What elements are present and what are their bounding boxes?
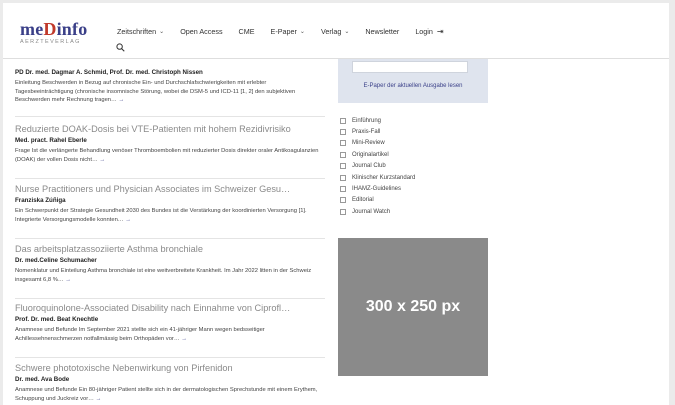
browser-viewport: meDinfo AERZTEVERLAG Zeitschriften ⌄ Ope… bbox=[3, 3, 669, 405]
article-title[interactable]: Das arbeitsplatzassoziierte Asthma bronc… bbox=[15, 244, 325, 255]
logo-suffix: info bbox=[56, 19, 88, 39]
category-checkbox[interactable] bbox=[340, 197, 346, 204]
chevron-down-icon: ⌄ bbox=[344, 29, 350, 35]
category-checkbox[interactable] bbox=[340, 140, 346, 147]
article-item[interactable]: PD Dr. med. Dagmar A. Schmid, Prof. Dr. … bbox=[15, 67, 325, 117]
epaper-link[interactable]: E-Paper der aktuellen Ausgabe lesen bbox=[338, 83, 488, 89]
article-author: Prof. Dr. med. Beat Knechtle bbox=[15, 316, 99, 323]
article-author: PD Dr. med. Dagmar A. Schmid, Prof. Dr. … bbox=[15, 69, 203, 76]
site-logo[interactable]: meDinfo AERZTEVERLAG bbox=[20, 20, 87, 45]
read-more-arrow-icon[interactable]: → bbox=[65, 277, 71, 283]
search-icon[interactable] bbox=[116, 43, 125, 52]
category-checkbox[interactable] bbox=[340, 163, 346, 170]
article-teaser-text: Nomenklatur und Einteilung Asthma bronch… bbox=[15, 268, 312, 283]
article-item[interactable]: Nurse Practitioners und Physician Associ… bbox=[15, 184, 325, 239]
page: meDinfo AERZTEVERLAG Zeitschriften ⌄ Ope… bbox=[0, 0, 675, 405]
nav-label: CME bbox=[238, 27, 255, 36]
article-teaser: Frage Ist die verlängerte Behandlung ven… bbox=[15, 147, 325, 164]
category-checkbox[interactable] bbox=[340, 174, 346, 181]
category-filter-list: Einführung Praxis-Fall Mini-Review Origi… bbox=[340, 115, 415, 218]
read-more-arrow-icon[interactable]: → bbox=[181, 336, 187, 342]
category-option[interactable]: Journal Club bbox=[340, 161, 415, 172]
article-item[interactable]: Schwere phototoxische Nebenwirkung von P… bbox=[15, 363, 325, 405]
nav-label: Verlag bbox=[320, 27, 342, 36]
article-teaser: Anamnese und Befunde Ein 80-jähriger Pat… bbox=[15, 386, 325, 403]
read-more-arrow-icon[interactable]: → bbox=[96, 396, 102, 402]
nav-label: Zeitschriften bbox=[117, 27, 157, 36]
nav-item-newsletter[interactable]: Newsletter bbox=[365, 27, 399, 36]
login-label: Login bbox=[415, 27, 433, 36]
article-teaser-text: Ein Schwerpunkt der Strategie Gesundheit… bbox=[15, 208, 307, 223]
category-label: Editorial bbox=[352, 197, 374, 204]
category-option[interactable]: Journal Watch bbox=[340, 206, 415, 217]
read-more-arrow-icon[interactable]: → bbox=[125, 217, 131, 223]
epaper-box: E-Paper der aktuellen Ausgabe lesen bbox=[338, 59, 488, 103]
article-title[interactable]: Nurse Practitioners und Physician Associ… bbox=[15, 184, 325, 195]
site-header: meDinfo AERZTEVERLAG Zeitschriften ⌄ Ope… bbox=[3, 3, 669, 59]
category-checkbox[interactable] bbox=[340, 186, 346, 193]
chevron-down-icon: ⌄ bbox=[299, 29, 305, 35]
nav-item-verlag[interactable]: Verlag ⌄ bbox=[321, 27, 349, 36]
category-checkbox[interactable] bbox=[340, 129, 346, 136]
article-teaser: Nomenklatur und Einteilung Asthma bronch… bbox=[15, 267, 325, 284]
category-option[interactable]: Praxis-Fall bbox=[340, 126, 415, 137]
category-option[interactable]: Originalartikel bbox=[340, 149, 415, 160]
article-author: Dr. med. Ava Bode bbox=[15, 376, 70, 383]
read-more-arrow-icon[interactable]: → bbox=[99, 157, 105, 163]
epaper-search-input[interactable] bbox=[352, 61, 468, 73]
nav-label: Newsletter bbox=[365, 27, 400, 36]
category-label: Mini-Review bbox=[352, 140, 385, 147]
article-teaser: Anamnese und Befunde Im September 2021 s… bbox=[15, 326, 325, 343]
category-label: Einführung bbox=[352, 117, 382, 124]
category-checkbox[interactable] bbox=[340, 208, 346, 215]
article-title[interactable]: Schwere phototoxische Nebenwirkung von P… bbox=[15, 363, 325, 374]
article-author: Med. pract. Rahel Eberle bbox=[15, 137, 87, 144]
main-nav: Zeitschriften ⌄ Open Access CME E-Paper … bbox=[117, 27, 444, 36]
nav-label: E-Paper bbox=[270, 27, 297, 36]
category-label: Journal Watch bbox=[352, 208, 391, 215]
nav-item-epaper[interactable]: E-Paper ⌄ bbox=[271, 27, 305, 36]
nav-item-open-access[interactable]: Open Access bbox=[180, 27, 222, 36]
category-label: Praxis-Fall bbox=[352, 129, 381, 136]
article-item[interactable]: Reduzierte DOAK-Dosis bei VTE-Patienten … bbox=[15, 124, 325, 179]
article-item[interactable]: Das arbeitsplatzassoziierte Asthma bronc… bbox=[15, 244, 325, 299]
article-author: Franziska Zúñiga bbox=[15, 197, 66, 204]
nav-item-cme[interactable]: CME bbox=[239, 27, 255, 36]
article-teaser-text: Anamnese und Befunde Ein 80-jähriger Pat… bbox=[15, 387, 318, 402]
logo-wordmark: meDinfo bbox=[20, 20, 87, 38]
ad-placeholder[interactable]: 300 x 250 px bbox=[338, 238, 488, 376]
category-checkbox[interactable] bbox=[340, 117, 346, 124]
category-checkbox[interactable] bbox=[340, 151, 346, 158]
article-item[interactable]: Fluoroquinolone-Associated Disability na… bbox=[15, 303, 325, 358]
article-teaser-text: Anamnese und Befunde Im September 2021 s… bbox=[15, 327, 265, 342]
article-teaser: Einleitung Beschwerden in Bezug auf chro… bbox=[15, 79, 325, 105]
category-label: IHAMZ-Guidelines bbox=[352, 186, 402, 193]
ad-label: 300 x 250 px bbox=[365, 298, 461, 315]
category-option[interactable]: Klinischer Kurzstandard bbox=[340, 172, 415, 183]
logo-accent: D bbox=[43, 19, 57, 39]
article-title[interactable]: Reduzierte DOAK-Dosis bei VTE-Patienten … bbox=[15, 124, 325, 135]
category-option[interactable]: Editorial bbox=[340, 195, 415, 206]
article-teaser-text: Einleitung Beschwerden in Bezug auf chro… bbox=[15, 80, 296, 104]
category-label: Klinischer Kurzstandard bbox=[352, 174, 416, 181]
login-arrow-icon: ⇥ bbox=[436, 27, 444, 36]
read-more-arrow-icon[interactable]: → bbox=[118, 97, 124, 103]
article-author: Dr. med.Celine Schumacher bbox=[15, 257, 97, 264]
login-link[interactable]: Login ⇥ bbox=[415, 27, 443, 36]
nav-label: Open Access bbox=[180, 27, 223, 36]
category-option[interactable]: Einführung bbox=[340, 115, 415, 126]
article-teaser: Ein Schwerpunkt der Strategie Gesundheit… bbox=[15, 207, 325, 224]
category-label: Originalartikel bbox=[352, 151, 389, 158]
article-teaser-text: Frage Ist die verlängerte Behandlung ven… bbox=[15, 148, 319, 163]
article-title[interactable]: Fluoroquinolone-Associated Disability na… bbox=[15, 303, 325, 314]
category-label: Journal Club bbox=[352, 163, 386, 170]
logo-prefix: me bbox=[20, 19, 44, 39]
logo-tagline: AERZTEVERLAG bbox=[20, 39, 81, 45]
chevron-down-icon: ⌄ bbox=[159, 29, 165, 35]
category-option[interactable]: IHAMZ-Guidelines bbox=[340, 183, 415, 194]
category-option[interactable]: Mini-Review bbox=[340, 138, 415, 149]
nav-item-zeitschriften[interactable]: Zeitschriften ⌄ bbox=[117, 27, 164, 36]
